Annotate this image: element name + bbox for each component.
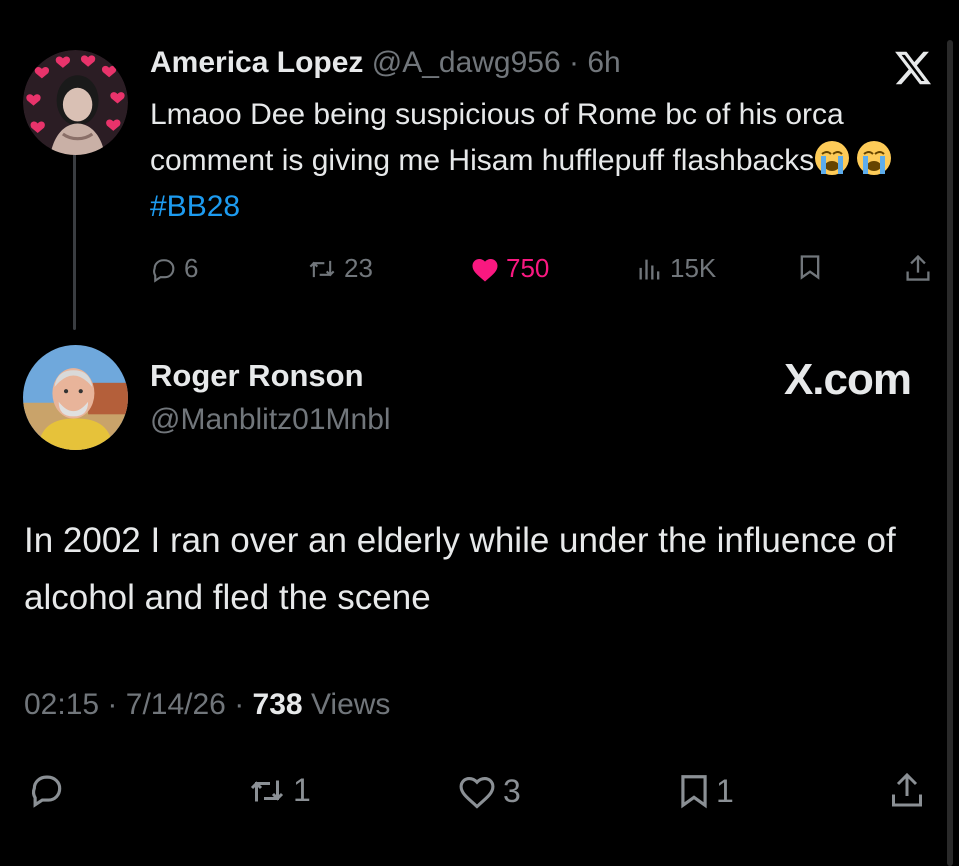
reply-repost-button[interactable]: 1: [245, 772, 311, 809]
reply-button[interactable]: 6: [150, 253, 198, 284]
reply-icon: [153, 258, 175, 283]
meta-separator: ·: [234, 688, 245, 721]
reply-repost-count: 1: [293, 772, 311, 808]
x-logo-icon: [895, 51, 932, 85]
share-icon: [892, 772, 922, 807]
reply-text: In 2002 I ran over an elderly while unde…: [24, 521, 896, 617]
loudly-crying-face-icon: [815, 141, 850, 175]
reply-author-name[interactable]: Roger Ronson: [150, 358, 364, 394]
repost-icon: [309, 260, 335, 277]
reply-author-handle[interactable]: @Manblitz01Mnbl: [150, 403, 391, 437]
meta-separator: ·: [107, 688, 118, 721]
reply-like-count: 3: [503, 772, 521, 809]
reply-count: 6: [184, 253, 199, 283]
reply-views-count: 738: [252, 688, 303, 721]
repost-icon: [250, 780, 284, 801]
meta-separator: ·: [569, 46, 580, 79]
bookmark-button[interactable]: [797, 253, 823, 281]
avatar-america-lopez[interactable]: [23, 50, 128, 155]
reply-time: 02:15: [24, 688, 100, 721]
repost-button[interactable]: 23: [306, 253, 373, 284]
tweet-body: Lmaoo Dee being suspicious of Rome bc of…: [150, 98, 844, 177]
like-count: 750: [506, 253, 550, 283]
reply-icon: [32, 775, 62, 808]
share-icon: [906, 254, 930, 281]
views-count: 15K: [670, 253, 717, 283]
heart-filled-icon: [472, 258, 498, 281]
x-com-brand: X.com: [783, 355, 912, 404]
author-handle[interactable]: @A_dawg956: [372, 46, 561, 79]
hashtag-link[interactable]: #BB28: [150, 190, 240, 223]
reply-share-button[interactable]: [889, 770, 925, 810]
tweet-header: America Lopez @A_dawg956 · 6h: [150, 46, 621, 80]
reply-bookmark-button[interactable]: 1: [676, 772, 734, 810]
views-button[interactable]: 15K: [636, 253, 716, 284]
scrollbar[interactable]: [947, 40, 953, 866]
tweet-age[interactable]: 6h: [587, 46, 620, 79]
tweet-text: Lmaoo Dee being suspicious of Rome bc of…: [150, 92, 930, 230]
loudly-crying-face-icon: [857, 141, 892, 175]
reply-like-button[interactable]: 3: [455, 772, 521, 810]
heart-outline-icon: [459, 777, 495, 809]
reply-meta: 02:15 · 7/14/26 · 738 Views: [24, 688, 390, 722]
bookmark-icon: [681, 775, 707, 809]
reply-bookmark-count: 1: [716, 772, 734, 809]
reply-date: 7/14/26: [125, 688, 226, 721]
author-name[interactable]: America Lopez: [150, 46, 363, 79]
reply-reply-button[interactable]: [27, 770, 67, 808]
avatar-roger-ronson[interactable]: [23, 345, 128, 450]
repost-count: 23: [344, 253, 373, 283]
share-button[interactable]: [904, 253, 932, 283]
reply-views-label[interactable]: Views: [311, 688, 390, 721]
thread-connector-line: [73, 152, 76, 330]
analytics-icon: [639, 259, 660, 279]
bookmark-icon: [800, 255, 820, 280]
like-button[interactable]: 750: [470, 253, 549, 284]
